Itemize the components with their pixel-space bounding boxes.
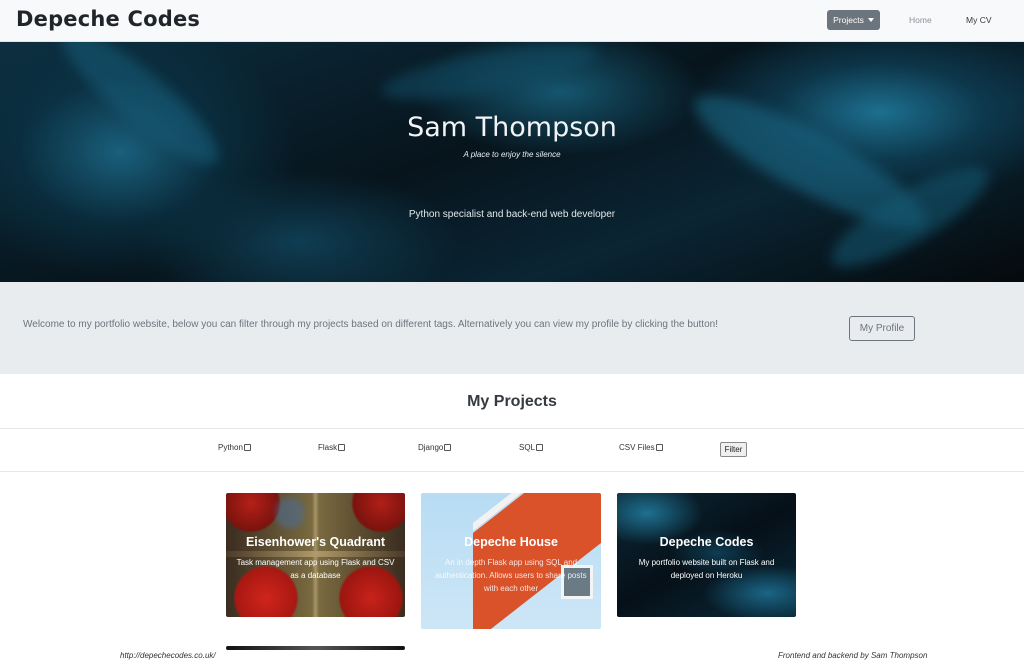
project-card-depeche-codes[interactable]: Depeche Codes My portfolio website built… bbox=[617, 493, 796, 617]
hero-texture bbox=[378, 42, 602, 111]
footer-credit: Frontend and backend by Sam Thompson bbox=[778, 651, 928, 660]
hero-name: Sam Thompson bbox=[407, 112, 617, 143]
my-profile-button[interactable]: My Profile bbox=[849, 316, 915, 341]
card-description: My portfolio website built on Flask and … bbox=[638, 558, 775, 580]
filter-sql[interactable]: SQL bbox=[519, 443, 544, 452]
hero-tagline: A place to enjoy the silence bbox=[463, 150, 561, 159]
intro-text: Welcome to my portfolio website, below y… bbox=[23, 319, 718, 330]
card-title: Depeche House bbox=[464, 535, 558, 549]
filter-django[interactable]: Django bbox=[418, 443, 452, 452]
footer-url[interactable]: http://depechecodes.co.uk/ bbox=[120, 651, 216, 660]
caret-down-icon bbox=[867, 18, 874, 22]
filter-label: SQL bbox=[519, 443, 536, 452]
divider bbox=[0, 471, 1024, 472]
project-card-eisenhowers-quadrant[interactable]: Eisenhower's Quadrant Task management ap… bbox=[226, 493, 405, 617]
checkbox[interactable] bbox=[655, 444, 663, 451]
nav-link-home[interactable]: Home bbox=[909, 15, 932, 25]
nav-link-my-cv[interactable]: My CV bbox=[966, 15, 992, 25]
filter-csv-files[interactable]: CSV Files bbox=[619, 443, 663, 452]
filter-flask[interactable]: Flask bbox=[318, 443, 346, 452]
hero-subtitle: Python specialist and back-end web devel… bbox=[408, 209, 616, 220]
card-description: An in depth Flask app using SQL and auth… bbox=[435, 558, 587, 593]
checkbox[interactable] bbox=[444, 444, 452, 451]
card-description: Task management app using Flask and CSV … bbox=[236, 558, 395, 580]
checkbox[interactable] bbox=[536, 444, 544, 451]
filter-label: Flask bbox=[318, 443, 338, 452]
card-title: Depeche Codes bbox=[659, 535, 754, 549]
hero-banner: Sam Thompson A place to enjoy the silenc… bbox=[0, 42, 1024, 282]
filter-label: Django bbox=[418, 443, 444, 452]
divider bbox=[0, 428, 1024, 429]
projects-dropdown-label: Projects bbox=[833, 15, 864, 25]
project-card-depeche-house[interactable]: Depeche House An in depth Flask app usin… bbox=[421, 493, 601, 629]
filter-button[interactable]: Filter bbox=[720, 442, 747, 457]
checkbox[interactable] bbox=[243, 444, 251, 451]
project-card-partial[interactable] bbox=[226, 646, 405, 650]
filter-label: Python bbox=[218, 443, 243, 452]
projects-title: My Projects bbox=[467, 393, 557, 410]
projects-dropdown[interactable]: Projects bbox=[827, 10, 880, 30]
card-title: Eisenhower's Quadrant bbox=[245, 535, 386, 549]
filter-label: CSV Files bbox=[619, 443, 655, 452]
filter-python[interactable]: Python bbox=[218, 443, 251, 452]
navbar: Depeche Codes Projects Home My CV bbox=[0, 0, 1024, 42]
brand-logo[interactable]: Depeche Codes bbox=[16, 7, 200, 31]
checkbox[interactable] bbox=[338, 444, 346, 451]
